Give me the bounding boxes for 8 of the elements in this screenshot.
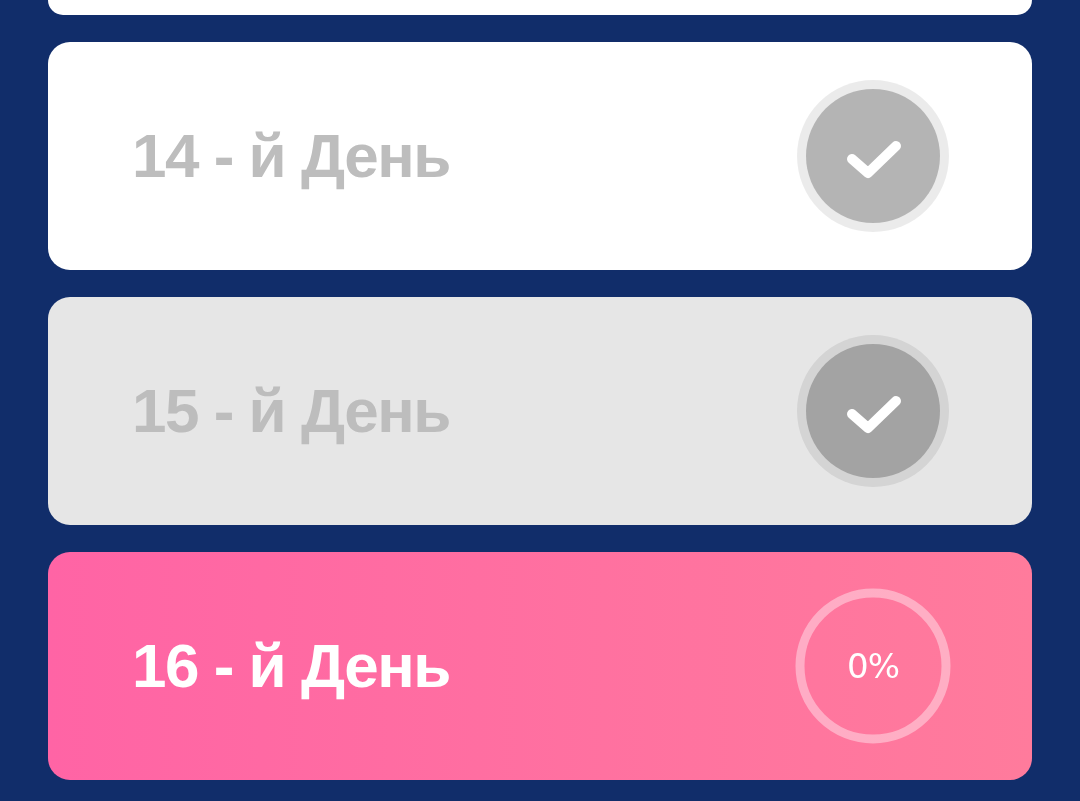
day-card[interactable]: 16 - й День 0% xyxy=(48,552,1032,780)
day-label: 16 - й День xyxy=(132,631,450,701)
check-icon xyxy=(797,80,949,232)
progress-percent: 0% xyxy=(847,649,899,683)
day-card[interactable]: 14 - й День xyxy=(48,42,1032,270)
day-label: 14 - й День xyxy=(132,121,450,191)
check-icon xyxy=(797,335,949,487)
day-card[interactable] xyxy=(48,0,1032,15)
